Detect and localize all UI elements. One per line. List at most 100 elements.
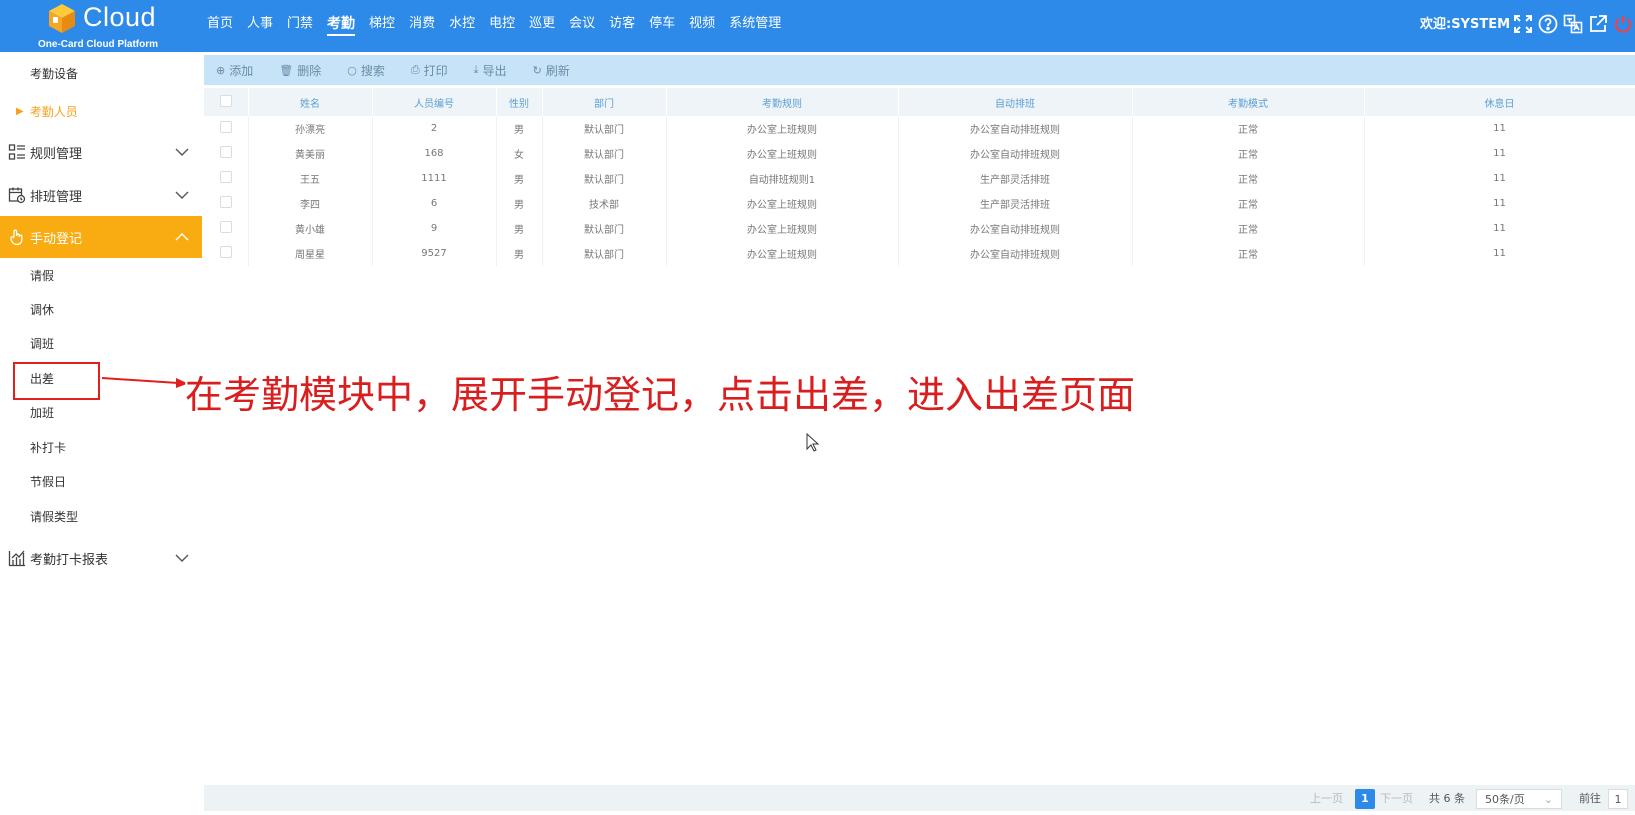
- sidebar-item-leave[interactable]: 请假: [0, 258, 202, 292]
- checkbox[interactable]: [219, 221, 232, 233]
- logo[interactable]: Cloud One-Card Cloud Platform: [0, 0, 200, 52]
- nav-item-4[interactable]: 梯控: [362, 0, 402, 48]
- table-row[interactable]: 周星星 9527 男默认部门 办公室上班规则 办公室自动排班规则 正常 11: [204, 241, 1635, 266]
- table-row[interactable]: 孙漂亮 2 男默认部门 办公室上班规则 办公室自动排班规则 正常 11: [204, 116, 1635, 141]
- list-icon: [8, 144, 25, 160]
- nav-item-9[interactable]: 会议: [562, 0, 602, 48]
- nav-item-0[interactable]: 首页: [200, 0, 240, 48]
- search-icon: ○: [347, 63, 357, 77]
- sidebar-item-card-patch[interactable]: 补打卡: [0, 430, 202, 464]
- row-checkbox-cell[interactable]: [204, 141, 249, 166]
- table-row[interactable]: 李四 6 男技术部 办公室上班规则 生产部灵活排班 正常 11: [204, 191, 1635, 216]
- table-row[interactable]: 黄美丽 168 女默认部门 办公室上班规则 办公室自动排班规则 正常 11: [204, 141, 1635, 166]
- checkbox[interactable]: [219, 121, 232, 133]
- sidebar-item-rest-adjust[interactable]: 调休: [0, 292, 202, 326]
- table-cell: 李四: [248, 191, 373, 216]
- sidebar-group-manual-register[interactable]: 手动登记: [0, 216, 202, 258]
- table-cell: 技术部: [542, 191, 667, 216]
- page-size-select[interactable]: 50条/页 ⌄: [1476, 789, 1562, 809]
- table-row[interactable]: 王五 1111 男默认部门 自动排班规则1 生产部灵活排班 正常 11: [204, 166, 1635, 191]
- translate-icon[interactable]: [1563, 14, 1583, 34]
- nav-item-5[interactable]: 消费: [402, 0, 442, 48]
- table-row[interactable]: 黄小雄 9 男默认部门 办公室上班规则 办公室自动排班规则 正常 11: [204, 216, 1635, 241]
- checkbox[interactable]: [219, 171, 232, 183]
- nav-item-7[interactable]: 电控: [482, 0, 522, 48]
- column-header[interactable]: 休息日: [1364, 88, 1635, 116]
- table-cell: 办公室自动排班规则: [898, 141, 1133, 166]
- table-cell: 11: [1364, 216, 1635, 241]
- table-cell: 正常: [1132, 116, 1365, 141]
- nav-item-10[interactable]: 访客: [602, 0, 642, 48]
- sidebar-group-shift-manage[interactable]: 排班管理: [0, 174, 202, 216]
- sidebar-group-label: 手动登记: [30, 231, 83, 247]
- app-window: Cloud One-Card Cloud Platform 首页 人事 门禁 考勤 梯控…: [0, 0, 1635, 815]
- nav-item-6[interactable]: 水控: [442, 0, 482, 48]
- column-header[interactable]: 部门: [542, 88, 667, 116]
- sidebar-group-label: 规则管理: [30, 146, 83, 162]
- row-checkbox-cell[interactable]: [204, 116, 249, 141]
- prev-page-button[interactable]: 上一页: [1310, 789, 1343, 809]
- checkbox[interactable]: [219, 146, 232, 158]
- row-checkbox-cell[interactable]: [204, 166, 249, 191]
- nav-item-1[interactable]: 人事: [240, 0, 280, 48]
- column-header[interactable]: 姓名: [248, 88, 373, 116]
- refresh-button[interactable]: ↻ 刷新: [533, 62, 570, 79]
- column-header[interactable]: 人员编号: [372, 88, 497, 116]
- add-button[interactable]: ⊕ 添加: [216, 62, 253, 79]
- next-page-button[interactable]: 下一页: [1380, 789, 1413, 809]
- checkbox[interactable]: [219, 196, 232, 208]
- checkbox[interactable]: [219, 246, 232, 258]
- help-icon[interactable]: [1538, 14, 1558, 34]
- row-checkbox-cell[interactable]: [204, 216, 249, 241]
- column-header[interactable]: 考勤规则: [666, 88, 899, 116]
- print-button[interactable]: ⎙ 打印: [411, 62, 448, 79]
- table-cell: 办公室自动排班规则: [898, 216, 1133, 241]
- chevron-down-icon: ⌄: [1543, 793, 1553, 806]
- table-cell: 生产部灵活排班: [898, 166, 1133, 191]
- column-header[interactable]: 自动排班: [898, 88, 1133, 116]
- sidebar-item-kq-device[interactable]: 考勤设备: [0, 52, 202, 94]
- goto-page-input[interactable]: 1: [1608, 789, 1628, 809]
- select-all-checkbox[interactable]: [204, 88, 249, 116]
- row-checkbox-cell[interactable]: [204, 241, 249, 266]
- table-cell: 11: [1364, 191, 1635, 216]
- column-header[interactable]: 性别: [496, 88, 543, 116]
- welcome-text: 欢迎:SYSTEM: [1420, 17, 1511, 32]
- sidebar-item-holiday[interactable]: 节假日: [0, 464, 202, 498]
- export-button[interactable]: ⤓ 导出: [474, 62, 507, 79]
- search-button[interactable]: ○ 搜索: [347, 62, 385, 79]
- table-cell: 6: [372, 191, 497, 216]
- table-cell: 1111: [372, 166, 497, 191]
- add-circle-icon: ⊕: [216, 63, 226, 77]
- table-cell: 11: [1364, 141, 1635, 166]
- sidebar-group-rule-manage[interactable]: 规则管理: [0, 131, 202, 173]
- external-link-icon[interactable]: [1588, 14, 1608, 34]
- sidebar-item-overtime[interactable]: 加班: [0, 395, 202, 429]
- page-1-button[interactable]: 1: [1355, 789, 1375, 809]
- total-count: 共 6 条: [1429, 792, 1465, 805]
- table-cell: 2: [372, 116, 497, 141]
- nav-item-12[interactable]: 视频: [682, 0, 722, 48]
- table-header-row: 姓名 人员编号 性别 部门 考勤规则 自动排班 考勤模式 休息日: [204, 88, 1635, 116]
- sidebar-group-kq-report[interactable]: 考勤打卡报表: [0, 537, 202, 579]
- row-checkbox-cell[interactable]: [204, 191, 249, 216]
- search-label: 搜索: [360, 63, 385, 78]
- table-cell: 正常: [1132, 141, 1365, 166]
- nav-item-13[interactable]: 系统管理: [722, 0, 788, 48]
- table-cell: 办公室自动排班规则: [898, 116, 1133, 141]
- nav-item-8[interactable]: 巡更: [522, 0, 562, 48]
- sidebar-item-shift-adjust[interactable]: 调班: [0, 326, 202, 360]
- power-icon[interactable]: [1613, 14, 1633, 34]
- sidebar-item-kq-person[interactable]: ▶ 考勤人员: [0, 90, 202, 132]
- nav-item-3[interactable]: 考勤: [320, 0, 362, 48]
- sidebar-item-label: 考勤设备: [30, 66, 79, 81]
- sidebar-item-leave-type[interactable]: 请假类型: [0, 499, 202, 533]
- fullscreen-icon[interactable]: [1513, 14, 1533, 34]
- checkbox[interactable]: [219, 94, 232, 107]
- delete-button[interactable]: 🗑︎ 删除: [279, 62, 321, 79]
- column-header[interactable]: 考勤模式: [1132, 88, 1365, 116]
- table-cell: 9: [372, 216, 497, 241]
- nav-item-2[interactable]: 门禁: [280, 0, 320, 48]
- nav-item-11[interactable]: 停车: [642, 0, 682, 48]
- table-cell: 168: [372, 141, 497, 166]
